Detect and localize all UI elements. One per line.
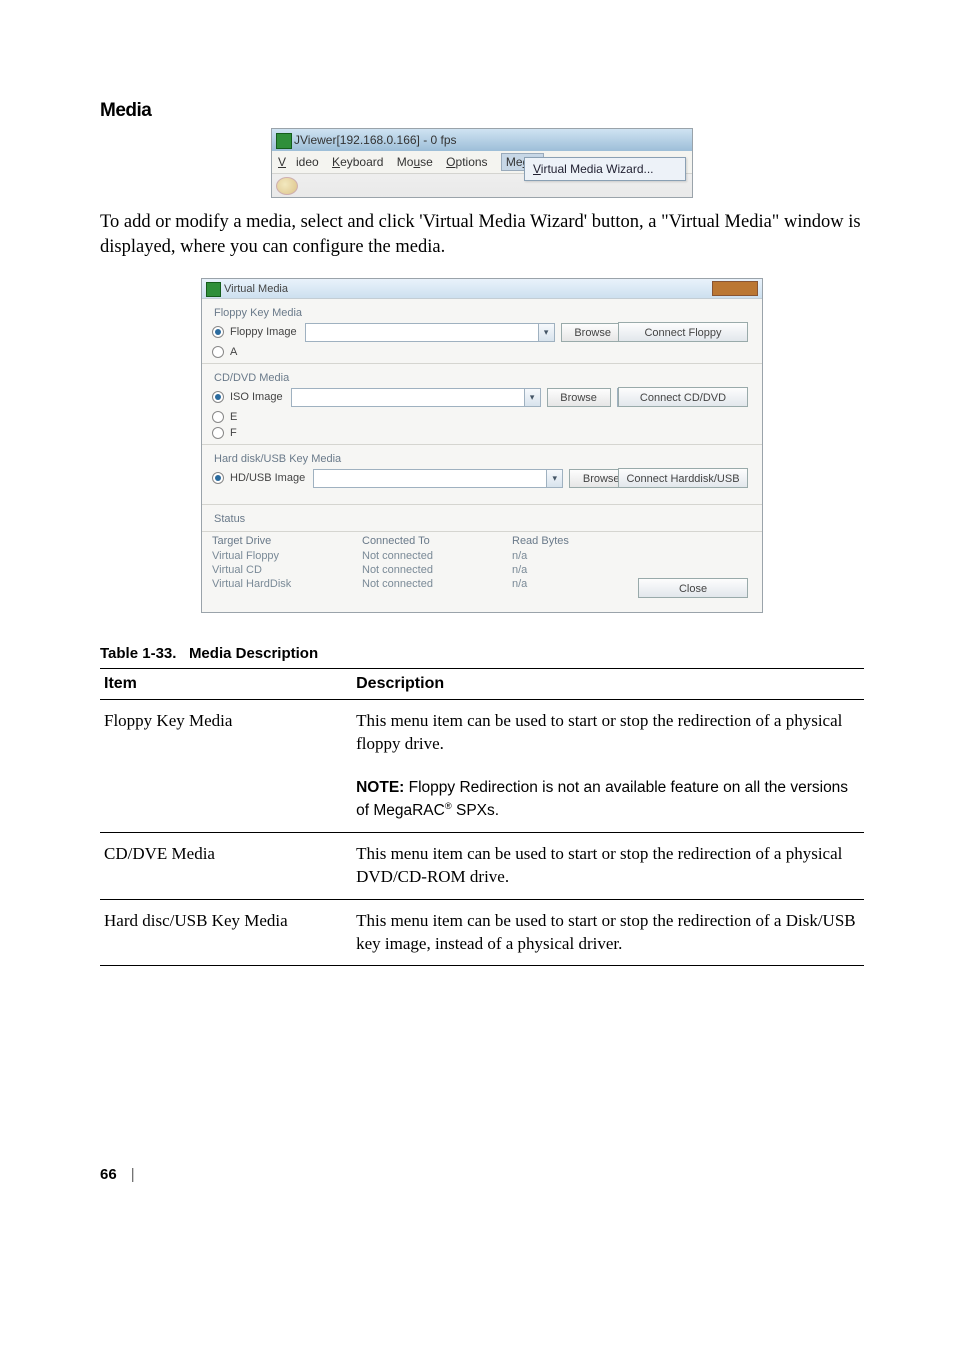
cddvd-browse-button: Browse bbox=[547, 388, 611, 407]
page-footer: 66| bbox=[100, 1166, 864, 1183]
hdusb-image-label: HD/USB Image bbox=[230, 472, 305, 484]
globe-icon bbox=[276, 177, 298, 195]
menubar-screenshot: JViewer[192.168.0.166] - 0 fps Video Key… bbox=[271, 128, 693, 198]
table-row: Floppy Key Media This menu item can be u… bbox=[100, 699, 864, 765]
col-desc: Description bbox=[352, 668, 864, 699]
floppy-section-label: Floppy Key Media bbox=[202, 299, 762, 321]
table-caption: Table 1-33. Media Description bbox=[100, 645, 864, 662]
drive-f-label: F bbox=[230, 427, 237, 439]
hdusb-image-radio bbox=[212, 472, 224, 484]
table-row: CD/DVE Media This menu item can be used … bbox=[100, 832, 864, 899]
iso-image-radio bbox=[212, 391, 224, 403]
status-row: Virtual CDNot connectedn/a bbox=[202, 563, 762, 577]
section-heading: Media bbox=[100, 100, 864, 122]
chevron-down-icon: ▾ bbox=[538, 324, 554, 341]
table-row: Hard disc/USB Key Media This menu item c… bbox=[100, 899, 864, 966]
virtual-media-dialog: Virtual Media Floppy Key Media Floppy Im… bbox=[201, 278, 763, 613]
floppy-browse-button: Browse bbox=[561, 323, 625, 342]
iso-image-label: ISO Image bbox=[230, 391, 283, 403]
status-row: Virtual FloppyNot connectedn/a bbox=[202, 549, 762, 563]
connect-floppy-button: Connect Floppy bbox=[618, 322, 748, 342]
floppy-image-label: Floppy Image bbox=[230, 326, 297, 338]
jviewer-title: JViewer[192.168.0.166] - 0 fps bbox=[272, 129, 692, 151]
dialog-close-button: Close bbox=[638, 578, 748, 598]
intro-paragraph: To add or modify a media, select and cli… bbox=[100, 210, 864, 260]
media-description-table: Item Description Floppy Key Media This m… bbox=[100, 668, 864, 967]
floppy-image-combo: ▾ bbox=[305, 323, 555, 342]
menu-keyboard: Keyboard bbox=[332, 155, 383, 169]
cddvd-section-label: CD/DVD Media bbox=[202, 363, 762, 386]
drive-f-radio bbox=[212, 427, 224, 439]
hdusb-image-combo: ▾ bbox=[313, 469, 563, 488]
iso-image-combo: ▾ bbox=[291, 388, 541, 407]
menu-virtual-media-wizard: Virtual Media Wizard... bbox=[524, 157, 686, 181]
connect-cddvd-button: Connect CD/DVD bbox=[618, 387, 748, 407]
connect-hdusb-button: Connect Harddisk/USB bbox=[618, 468, 748, 488]
chevron-down-icon: ▾ bbox=[546, 470, 562, 487]
floppy-a-radio bbox=[212, 346, 224, 358]
chevron-down-icon: ▾ bbox=[524, 389, 540, 406]
dialog-title: Virtual Media bbox=[202, 279, 762, 299]
status-section-label: Status bbox=[202, 504, 762, 527]
floppy-image-radio bbox=[212, 326, 224, 338]
hdusb-section-label: Hard disk/USB Key Media bbox=[202, 444, 762, 467]
col-item: Item bbox=[100, 668, 352, 699]
menu-mouse: Mouse bbox=[397, 155, 433, 169]
menu-options: Options bbox=[446, 155, 487, 169]
drive-e-radio bbox=[212, 411, 224, 423]
close-icon bbox=[712, 281, 758, 296]
status-head: Target Drive Connected To Read Bytes bbox=[202, 531, 762, 549]
floppy-a-label: A bbox=[230, 346, 237, 358]
drive-e-label: E bbox=[230, 411, 237, 423]
menu-video: Video bbox=[278, 155, 319, 169]
